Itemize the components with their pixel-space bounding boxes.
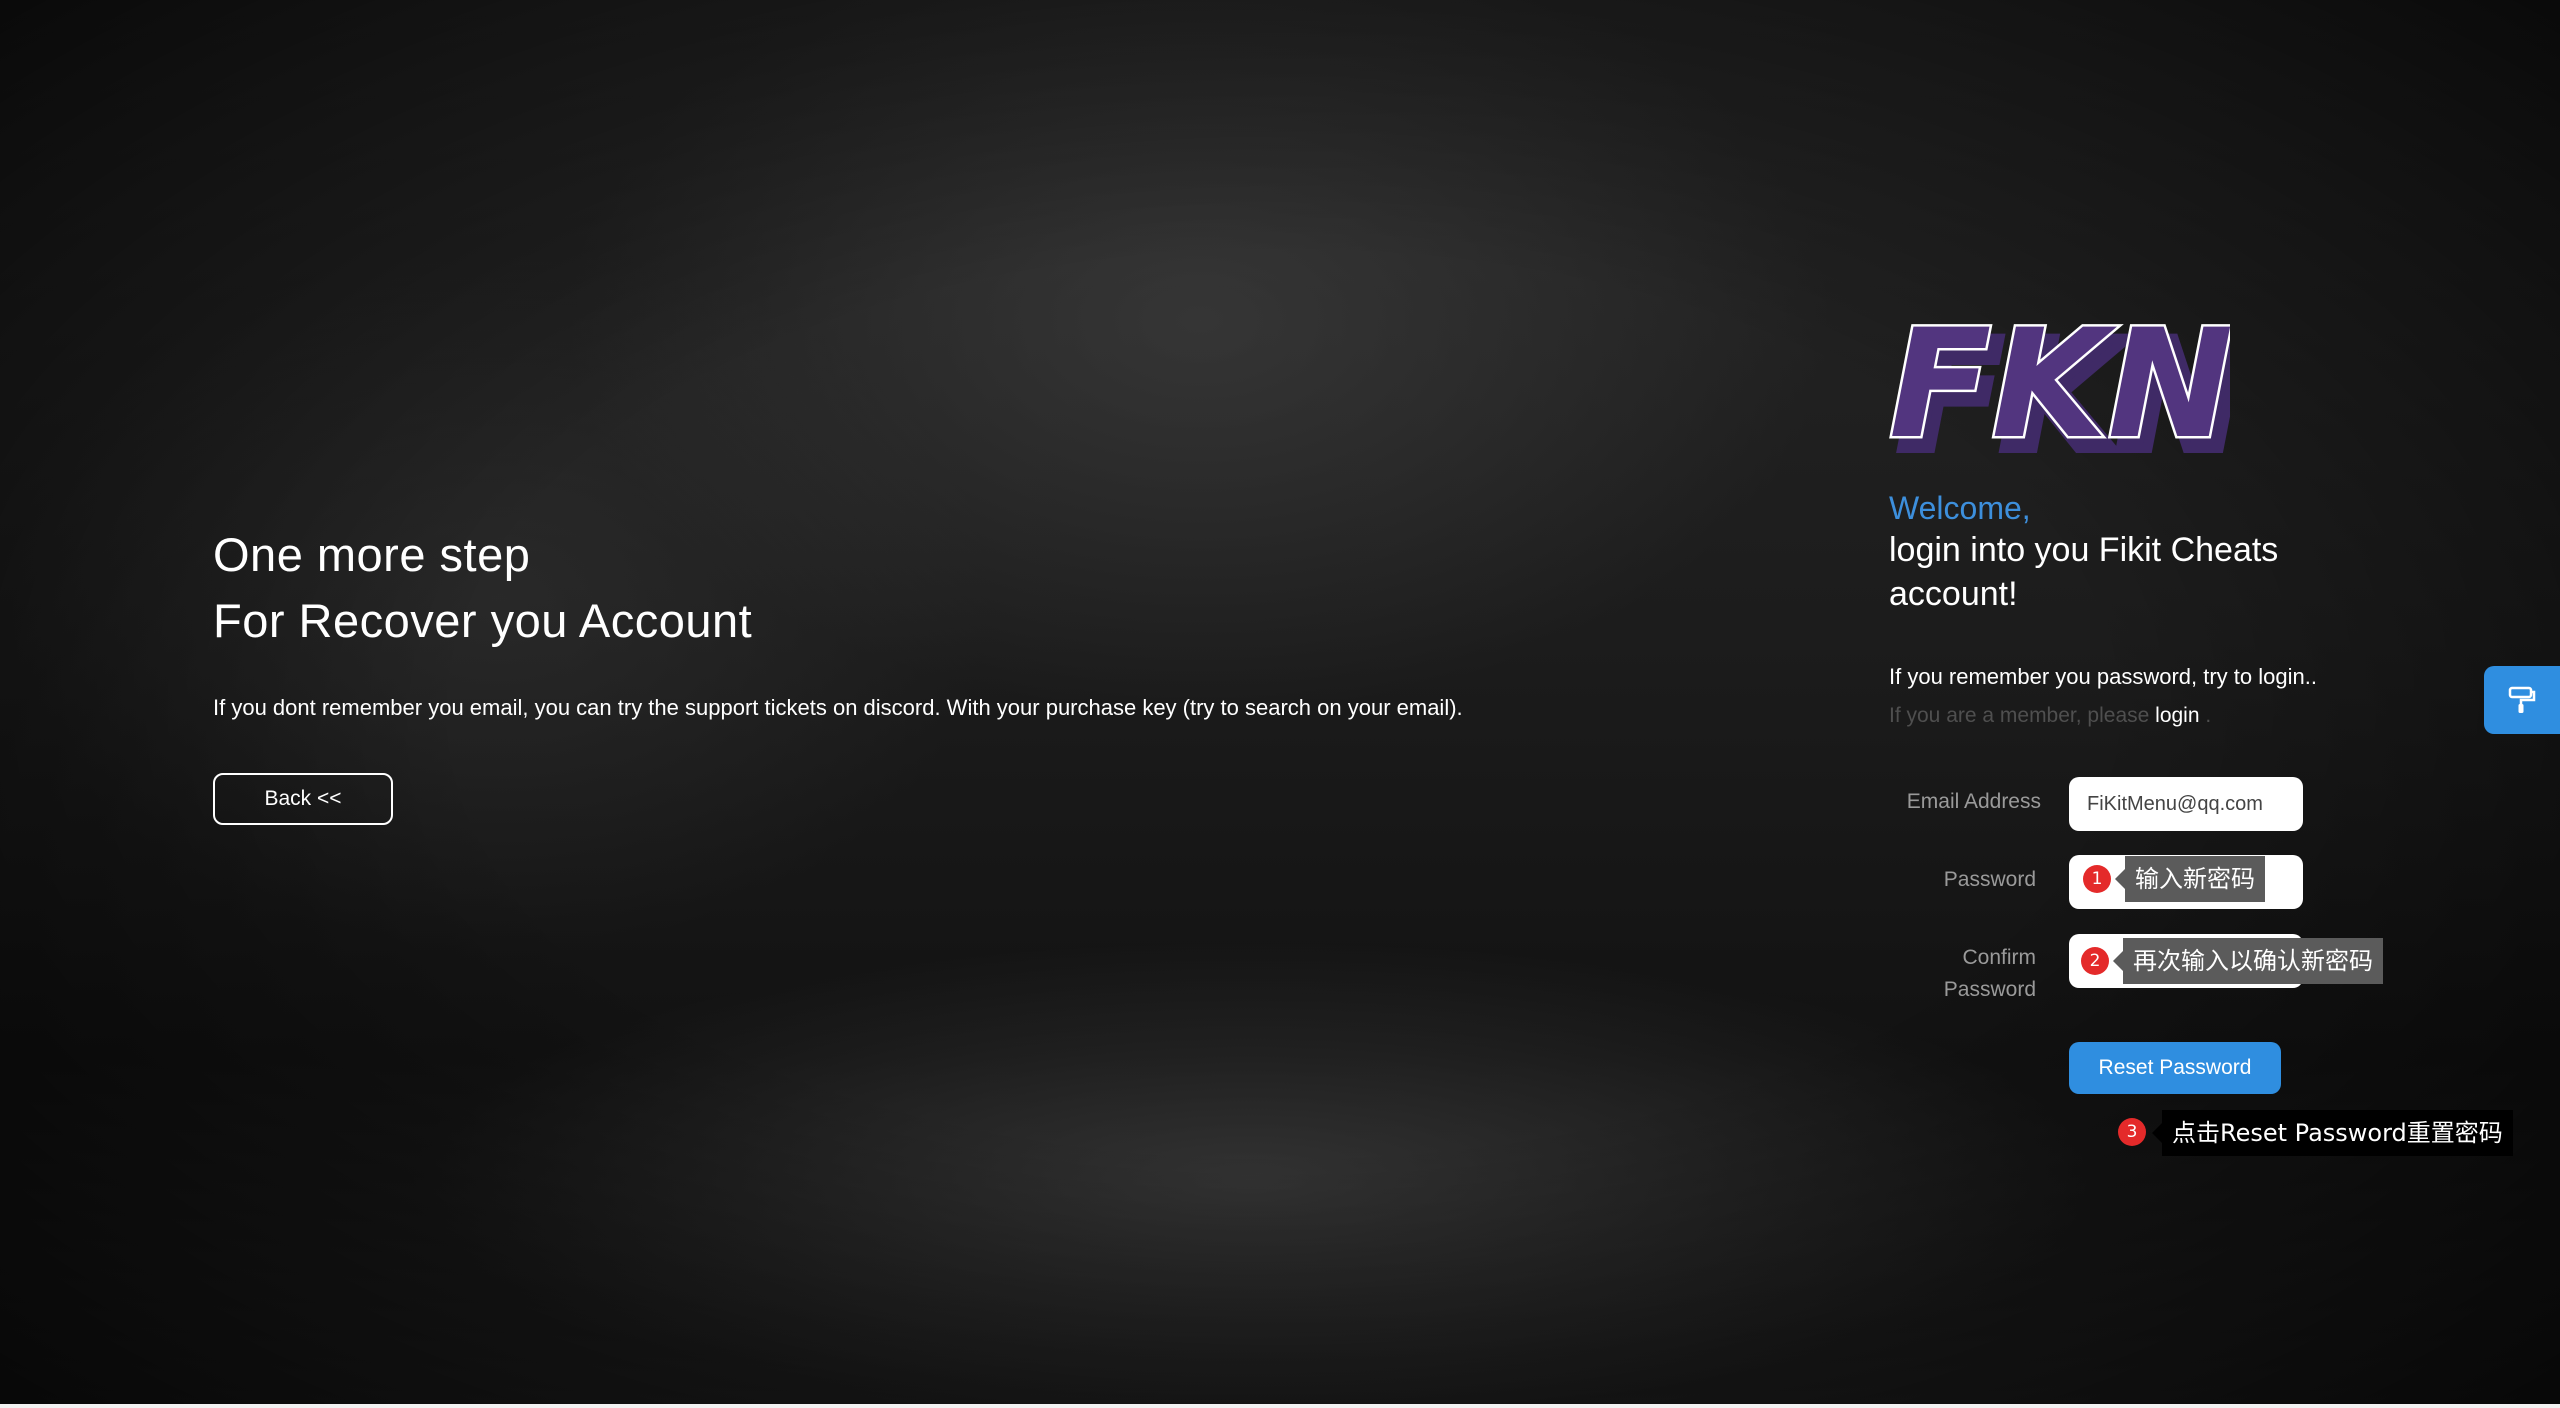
- welcome-text: Welcome,: [1889, 490, 2031, 526]
- paint-roller-icon: [2508, 686, 2536, 713]
- page-background: One more step For Recover you Account If…: [0, 0, 2560, 1408]
- page-title: One more step For Recover you Account: [213, 522, 752, 654]
- password-label: Password: [1943, 868, 2036, 891]
- annotation-tip-3: 点击Reset Password重置密码: [2152, 1110, 2513, 1156]
- svg-text:FKN: FKN: [1889, 298, 2230, 468]
- reset-password-button[interactable]: Reset Password: [2069, 1042, 2281, 1094]
- title-line-1: One more step: [213, 528, 531, 581]
- remember-text: If you remember you password, try to log…: [1889, 664, 2317, 689]
- annotation-tip-2: 再次输入以确认新密码: [2113, 938, 2383, 984]
- confirm-label-line-2: Password: [1943, 978, 2036, 1001]
- step-badge-1: 1: [2083, 865, 2111, 893]
- step-badge-2: 2: [2081, 947, 2109, 975]
- confirm-password-label: Confirm Password: [1891, 942, 2036, 1006]
- member-prefix: If you are a member, please: [1889, 704, 2150, 727]
- title-line-2: For Recover you Account: [213, 594, 753, 647]
- email-label: Email Address: [1906, 790, 2041, 813]
- annotation-tip-1: 输入新密码: [2115, 856, 2265, 902]
- login-heading: login into you Fikit Cheats account!: [1889, 531, 2279, 613]
- step-badge-3: 3: [2118, 1118, 2146, 1146]
- confirm-label-line-1: Confirm: [1962, 946, 2036, 969]
- recovery-description: If you dont remember you email, you can …: [213, 695, 1463, 720]
- member-line: If you are a member, please login .: [1889, 702, 2211, 730]
- fkn-logo: FKN FKN: [1887, 298, 2231, 468]
- back-button[interactable]: Back <<: [213, 773, 393, 825]
- floating-theme-button[interactable]: [2484, 666, 2560, 734]
- member-suffix: .: [2205, 704, 2212, 727]
- email-input[interactable]: [2069, 777, 2303, 831]
- bottom-divider: [0, 1404, 2560, 1408]
- login-link[interactable]: login: [2155, 704, 2199, 727]
